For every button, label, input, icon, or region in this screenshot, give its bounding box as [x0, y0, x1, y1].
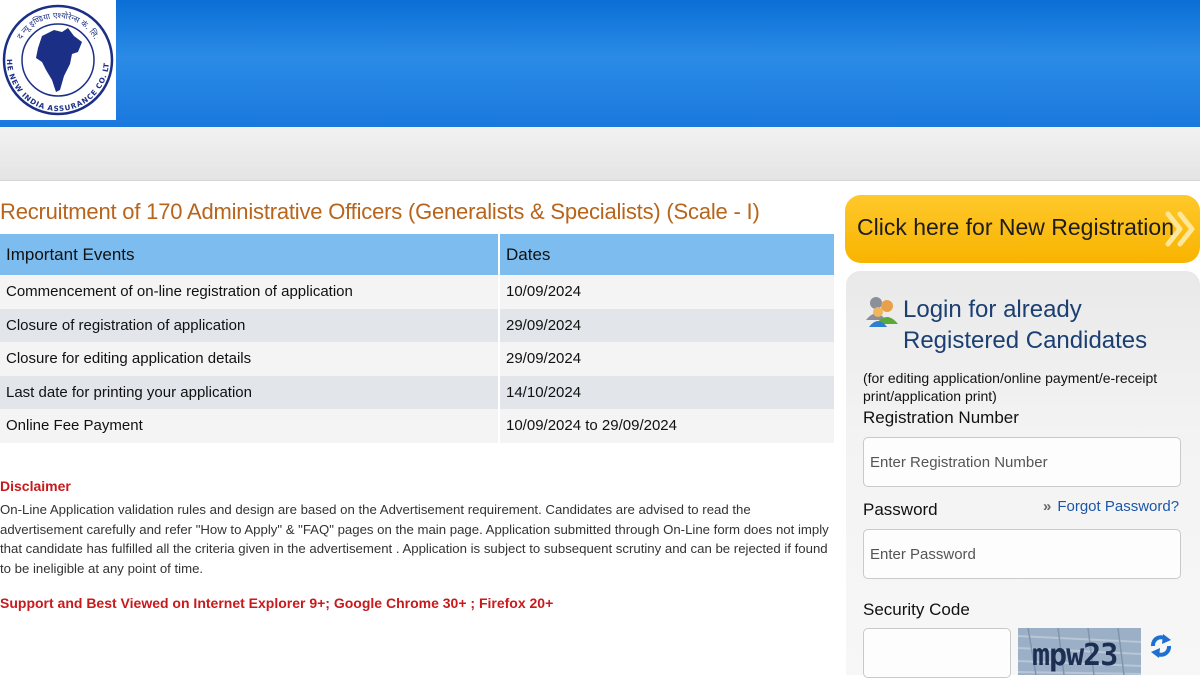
registration-number-input[interactable] [863, 437, 1181, 487]
login-title: Login for already Registered Candidates [903, 294, 1193, 356]
table-row: Last date for printing your application … [0, 375, 834, 409]
security-code-label: Security Code [863, 600, 970, 619]
date-cell: 10/09/2024 to 29/09/2024 [500, 409, 834, 443]
double-chevron-right-icon: » [1043, 498, 1052, 515]
navigation-bar [0, 127, 1200, 181]
table-row: Commencement of on-line registration of … [0, 275, 834, 309]
password-label: Password [863, 500, 938, 519]
browser-support-note: Support and Best Viewed on Internet Expl… [0, 595, 554, 611]
logo[interactable]: द न्यू इण्डिया एश्योरेन्स कं. लि. THE NE… [0, 0, 116, 120]
disclaimer-text: On-Line Application validation rules and… [0, 502, 829, 576]
new-registration-button[interactable]: Click here for New Registration [845, 195, 1200, 263]
table-header-row: Important Events Dates [0, 234, 834, 275]
forgot-password-link[interactable]: » Forgot Password? [1043, 498, 1179, 515]
login-title-line2: Registered Candidates [903, 327, 1148, 354]
event-cell: Online Fee Payment [0, 409, 500, 443]
login-note: (for editing application/online payment/… [863, 370, 1158, 404]
forgot-password-text: Forgot Password? [1057, 498, 1180, 515]
date-cell: 29/09/2024 [500, 308, 834, 342]
table-row: Closure for editing application details … [0, 342, 834, 376]
event-cell: Last date for printing your application [0, 375, 500, 409]
table-row: Online Fee Payment 10/09/2024 to 29/09/2… [0, 409, 834, 443]
event-cell: Commencement of on-line registration of … [0, 275, 500, 309]
column-header-events: Important Events [0, 234, 500, 275]
users-icon [866, 297, 898, 327]
double-chevron-right-icon [1165, 211, 1195, 247]
new-registration-label: Click here for New Registration [857, 214, 1175, 240]
column-header-dates: Dates [500, 234, 834, 275]
site-header: द न्यू इण्डिया एश्योरेन्स कं. लि. THE NE… [0, 0, 1200, 127]
disclaimer-title: Disclaimer [0, 478, 71, 494]
new-india-assurance-emblem-icon: द न्यू इण्डिया एश्योरेन्स कं. लि. THE NE… [2, 2, 114, 116]
page-title: Recruitment of 170 Administrative Office… [0, 199, 760, 224]
event-cell: Closure of registration of application [0, 308, 500, 342]
important-events-table: Important Events Dates Commencement of o… [0, 234, 834, 443]
captcha-image: mpw23 [1018, 628, 1141, 675]
security-code-input[interactable] [863, 628, 1011, 678]
event-cell: Closure for editing application details [0, 342, 500, 376]
date-cell: 14/10/2024 [500, 375, 834, 409]
table-row: Closure of registration of application 2… [0, 308, 834, 342]
registration-number-label: Registration Number [863, 408, 1019, 427]
captcha-text: mpw23 [1032, 638, 1118, 673]
date-cell: 29/09/2024 [500, 342, 834, 376]
date-cell: 10/09/2024 [500, 275, 834, 309]
login-title-line1: Login for already [903, 296, 1082, 323]
refresh-captcha-icon[interactable] [1149, 632, 1173, 660]
password-input[interactable] [863, 529, 1181, 579]
